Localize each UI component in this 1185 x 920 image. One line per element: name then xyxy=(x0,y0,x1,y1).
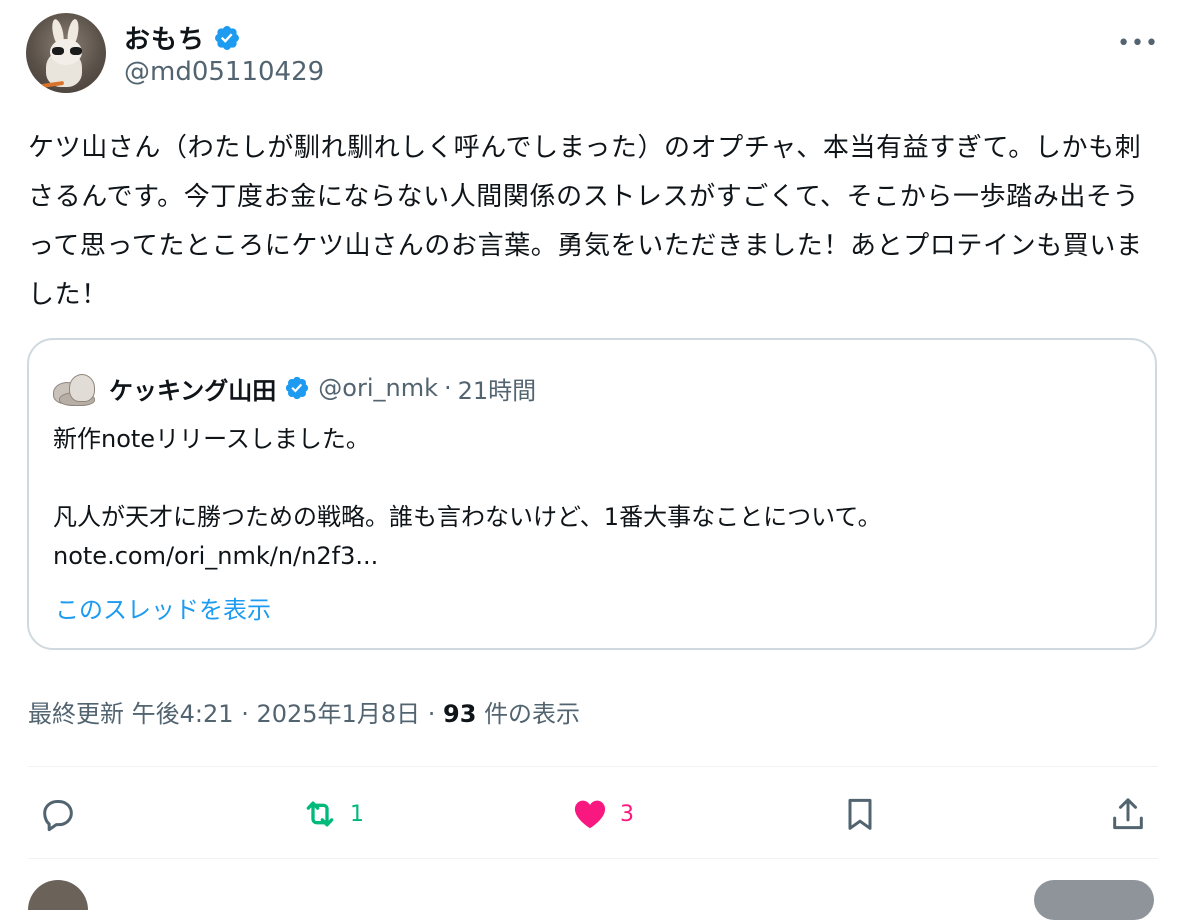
retweet-count: 1 xyxy=(350,801,364,827)
divider xyxy=(28,766,1158,767)
tweet-meta: 最終更新 午後4:21 · 2025年1月8日 · 93 件の表示 xyxy=(28,694,580,729)
divider xyxy=(28,858,1158,859)
verified-badge-icon xyxy=(215,25,239,50)
views-label: 件の表示 xyxy=(484,700,581,728)
share-icon xyxy=(1113,798,1143,830)
author-name-row: おもち xyxy=(124,19,241,56)
quoted-author-name: ケッキング山田 xyxy=(109,376,277,405)
action-bar: 1 3 xyxy=(38,794,1148,834)
tweet-text: ケツ山さん（わたしが馴れ馴れしく呼んでしまった）のオプチャ、本当有益すぎて。しか… xyxy=(28,133,1143,310)
tweet-date[interactable]: 2025年1月8日 xyxy=(256,700,420,728)
more-options-icon[interactable]: ••• xyxy=(1117,31,1159,56)
heart-icon xyxy=(574,800,606,829)
author-avatar[interactable] xyxy=(26,13,106,93)
updated-label: 最終更新 xyxy=(28,700,124,728)
quoted-tweet[interactable]: ケッキング山田 @ori_nmk · 21時間 新作noteリリースしました。 … xyxy=(27,338,1157,650)
reply-composer-avatar xyxy=(28,880,88,910)
quoted-tweet-text: 新作noteリリースしました。 凡人が天才に勝つための戦略。誰も言わないけど、1… xyxy=(53,425,882,570)
reply-icon xyxy=(43,800,73,832)
verified-badge-icon xyxy=(286,376,309,400)
quoted-tweet-header: ケッキング山田 @ori_nmk · 21時間 xyxy=(53,368,536,408)
share-button[interactable] xyxy=(1108,794,1148,834)
views-count: 93 xyxy=(443,700,477,728)
separator-dot: · xyxy=(444,374,452,402)
author-handle[interactable]: @md05110429 xyxy=(124,57,324,87)
quoted-author-handle: @ori_nmk xyxy=(318,374,438,402)
reply-button[interactable] xyxy=(38,794,88,834)
separator-dot: · xyxy=(241,700,249,728)
author-display-name[interactable]: おもち xyxy=(124,19,205,56)
like-button[interactable]: 3 xyxy=(570,794,634,834)
tweet-time[interactable]: 午後4:21 xyxy=(132,700,234,728)
reply-submit-button[interactable] xyxy=(1034,880,1154,920)
quoted-tweet-time: 21時間 xyxy=(457,376,537,405)
retweet-button[interactable]: 1 xyxy=(300,794,364,834)
quoted-author-avatar xyxy=(53,368,99,408)
bookmark-button[interactable] xyxy=(840,794,880,834)
separator-dot: · xyxy=(427,700,436,728)
tweet-header: おもち @md05110429 ••• xyxy=(26,13,1159,95)
like-count: 3 xyxy=(620,801,634,827)
show-thread-link[interactable]: このスレッドを表示 xyxy=(55,590,271,625)
retweet-icon xyxy=(306,801,334,827)
bookmark-icon xyxy=(848,798,872,830)
